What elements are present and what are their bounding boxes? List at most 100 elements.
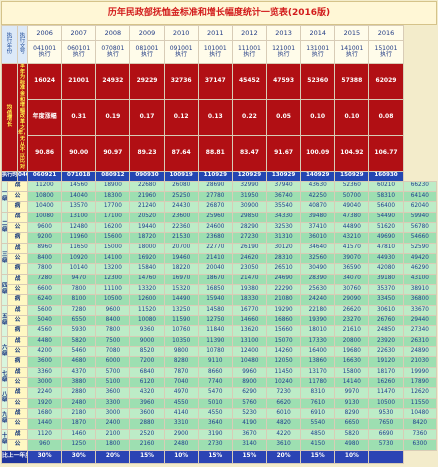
- amount-cell: 7740: [197, 377, 233, 389]
- amount-cell: 9530: [368, 408, 404, 420]
- amount-cell: 18900: [95, 180, 131, 192]
- amount-cell: 3190: [197, 428, 233, 441]
- red-cell: 62029: [368, 63, 404, 100]
- amount-cell: 33450: [368, 294, 404, 306]
- red-cell: 83.47: [231, 134, 268, 172]
- header-code: 140929: [300, 170, 336, 182]
- amount-cell: 8400: [27, 252, 63, 265]
- amount-cell: 12600: [129, 294, 165, 306]
- amount-cell: 13570: [61, 201, 97, 213]
- amount-cell: 6840: [129, 366, 165, 379]
- amount-cell: 10500: [95, 294, 131, 306]
- amount-cell: 8100: [61, 294, 97, 306]
- table-row: 八 级战 2240 2880 3600 4320 4970 5470 6290 7230 8310…: [1, 387, 438, 410]
- amount-cell: 7500: [95, 335, 131, 348]
- red-cell: 57388: [334, 63, 370, 100]
- red-cell: 年度涨幅: [27, 98, 63, 136]
- amount-cell: 60210: [368, 180, 404, 192]
- amount-cell: 18330: [231, 294, 268, 306]
- amount-cell: 14660: [231, 315, 268, 327]
- red-cell: 32736: [163, 63, 199, 100]
- amount-cell: 9960: [231, 366, 268, 379]
- amount-cell: 44890: [334, 221, 370, 234]
- table-row: 公 1440 1870 2400 2880 3310 3640 4190 4820 5540 665…: [2, 418, 438, 430]
- amount-cell: 9360: [129, 325, 165, 337]
- amount-cell: 22630: [368, 346, 404, 358]
- amount-cell: 2240: [27, 387, 63, 399]
- docno-cell: 060101 执行: [61, 40, 97, 64]
- amount-cell: 30900: [231, 201, 268, 213]
- amount-cell: 26510: [265, 263, 302, 275]
- amount-cell: 24240: [300, 294, 336, 306]
- amount-cell: 14560: [61, 180, 97, 192]
- amount-cell: 5460: [61, 346, 97, 358]
- amount-cell: 35540: [265, 201, 302, 213]
- amount-cell: 28390: [300, 273, 336, 286]
- red-cell: 104.92: [334, 134, 370, 172]
- amount-cell: 19390: [300, 315, 336, 327]
- type-label: 病: [6, 263, 29, 275]
- table-row: 公 6600 7800 11100 13320 15320 16850 19380 22290 2…: [2, 283, 438, 296]
- amount-cell: 19990: [402, 366, 438, 379]
- amount-cell: 20800: [334, 335, 370, 348]
- amount-cell: 31310: [265, 232, 302, 244]
- footer-value: 15%: [129, 449, 165, 464]
- red-cell: 0.12: [163, 98, 199, 136]
- amount-cell: 40870: [300, 201, 336, 213]
- amount-cell: 43100: [402, 273, 438, 286]
- red-cell: 106.77: [368, 134, 404, 172]
- amount-cell: 11840: [197, 325, 233, 337]
- red-cell: 100.09: [300, 134, 336, 172]
- red-cell: 45452: [231, 63, 268, 100]
- amount-cell: 8400: [95, 315, 131, 327]
- amount-cell: 39480: [300, 211, 336, 223]
- amount-cell: 39180: [368, 273, 404, 286]
- docno-cell: 091001 执行: [163, 40, 199, 64]
- red-cell: 0.08: [368, 98, 404, 136]
- red-cell: 88.81: [197, 134, 233, 172]
- amount-cell: 47380: [334, 211, 370, 223]
- amount-cell: 10920: [61, 252, 97, 265]
- red-cell: 90.97: [95, 134, 131, 172]
- footer-label: 比上一年度增幅: [0, 449, 29, 464]
- amount-cell: 46290: [402, 263, 438, 275]
- amount-cell: 21410: [197, 252, 233, 265]
- header-code: 110929: [197, 170, 233, 182]
- amount-cell: 2400: [95, 418, 131, 430]
- pension-table: 执 行 年 份 执 行 文 号 2006 2007 2008 2009 2010…: [0, 25, 438, 464]
- amount-cell: 43210: [334, 232, 370, 244]
- amount-cell: 5040: [27, 315, 63, 327]
- amount-cell: 21610: [334, 325, 370, 337]
- table-row: 公 8400 10920 14100 16920 19460 21410 24620 28310…: [2, 252, 438, 265]
- year-cell: 2016: [368, 25, 404, 41]
- amount-cell: 59940: [402, 211, 438, 223]
- table-row: 四 级战 7280 9470 12300 14760 16970 18670 21470 246…: [1, 273, 438, 306]
- amount-cell: 8960: [27, 242, 63, 255]
- amount-cell: 10140: [61, 263, 97, 275]
- amount-cell: 7280: [61, 304, 97, 317]
- amount-cell: 24850: [368, 325, 404, 337]
- amount-cell: 9600: [95, 304, 131, 317]
- red-row-1: 均 值 增 长 本年为标 准金和增 幅改革之 年，无从 不以比对 16024 2…: [0, 63, 437, 172]
- amount-cell: 22360: [163, 221, 199, 234]
- amount-cell: 4550: [163, 397, 199, 410]
- amount-cell: 23050: [231, 263, 268, 275]
- amount-cell: 11650: [61, 242, 97, 255]
- amount-cell: 5100: [95, 377, 131, 389]
- amount-cell: 62040: [402, 201, 438, 213]
- type-label: 战: [6, 273, 29, 286]
- amount-cell: 7800: [27, 263, 63, 275]
- amount-cell: 3880: [61, 377, 97, 389]
- amount-cell: 19680: [334, 346, 370, 358]
- amount-cell: 13100: [61, 211, 97, 223]
- amount-cell: 2100: [95, 428, 131, 441]
- amount-cell: 52590: [402, 242, 438, 255]
- amount-cell: 9470: [61, 273, 97, 286]
- table-body: 一 级战 11200 14560 18900 22680 26080 28690 32990 3…: [1, 180, 438, 451]
- amount-cell: 2160: [129, 439, 165, 451]
- amount-cell: 30120: [265, 242, 302, 255]
- red-cell: 90.86: [27, 134, 63, 172]
- footer-value: 10%: [334, 449, 370, 464]
- amount-cell: 3140: [231, 439, 268, 451]
- amount-cell: 7800: [61, 283, 97, 296]
